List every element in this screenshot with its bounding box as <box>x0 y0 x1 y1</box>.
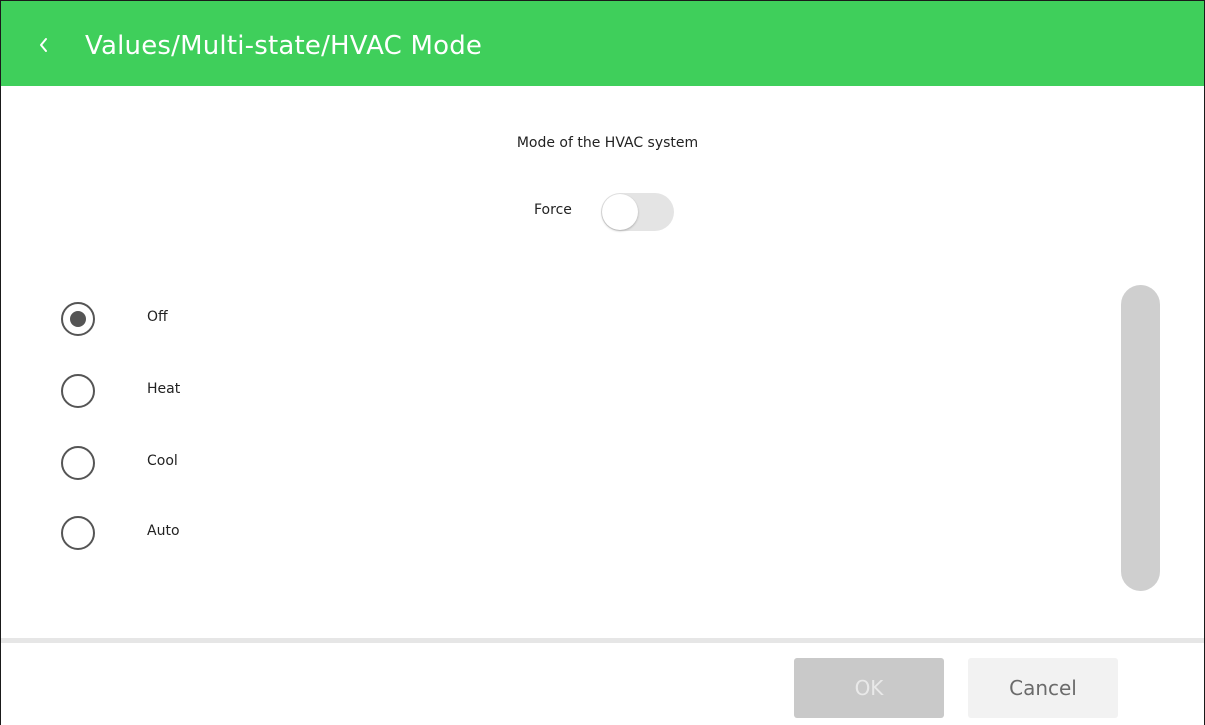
ok-button[interactable]: OK <box>794 658 944 718</box>
option-cool[interactable]: Cool <box>41 435 441 495</box>
force-toggle[interactable] <box>601 193 674 231</box>
header-bar: Values/Multi-state/HVAC Mode <box>1 1 1204 86</box>
cancel-button[interactable]: Cancel <box>968 658 1118 718</box>
radio-button[interactable] <box>61 302 95 336</box>
radio-button[interactable] <box>61 374 95 408</box>
value-description: Mode of the HVAC system <box>516 135 699 151</box>
option-heat[interactable]: Heat <box>41 363 441 423</box>
option-off[interactable]: Off <box>41 291 441 351</box>
dialog-window: Values/Multi-state/HVAC Mode Mode of the… <box>0 0 1205 725</box>
scrollbar-thumb[interactable] <box>1121 285 1160 591</box>
force-label: Force <box>534 202 572 218</box>
toggle-knob <box>602 194 638 230</box>
radio-dot <box>70 311 86 327</box>
radio-button[interactable] <box>61 516 95 550</box>
page-title: Values/Multi-state/HVAC Mode <box>85 31 483 61</box>
back-button[interactable] <box>31 25 59 65</box>
option-label: Off <box>147 309 168 325</box>
option-auto[interactable]: Auto <box>41 505 441 565</box>
option-label: Auto <box>147 523 180 539</box>
footer-divider <box>1 638 1204 643</box>
option-label: Cool <box>147 453 178 469</box>
radio-button[interactable] <box>61 446 95 480</box>
chevron-left-icon <box>40 38 47 52</box>
option-label: Heat <box>147 381 181 397</box>
